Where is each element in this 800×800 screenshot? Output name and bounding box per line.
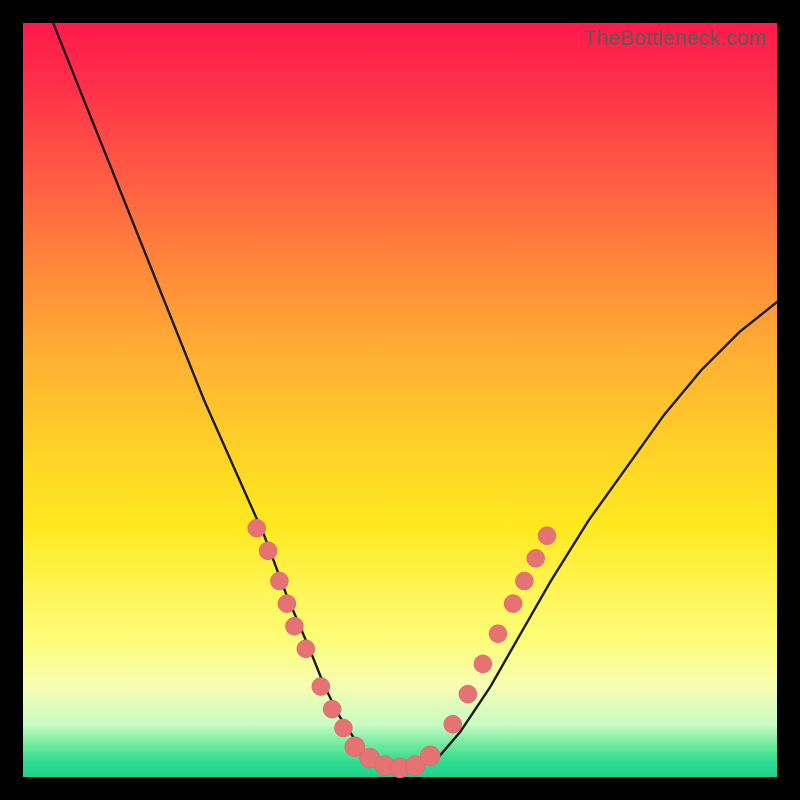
curve-marker xyxy=(515,572,533,590)
curve-marker xyxy=(259,542,277,560)
curve-marker xyxy=(474,655,492,673)
curve-marker xyxy=(527,549,545,567)
curve-marker xyxy=(489,625,507,643)
curve-marker xyxy=(504,595,522,613)
curve-marker xyxy=(278,595,296,613)
curve-marker xyxy=(538,527,556,545)
chart-frame: TheBottleneck.com xyxy=(0,0,800,800)
chart-svg xyxy=(23,23,777,777)
plot-area: TheBottleneck.com xyxy=(23,23,777,777)
curve-marker xyxy=(323,700,341,718)
bottleneck-curve xyxy=(53,23,777,770)
curve-marker xyxy=(444,715,462,733)
curve-marker xyxy=(297,640,315,658)
curve-marker xyxy=(248,519,266,537)
curve-marker xyxy=(312,678,330,696)
curve-marker xyxy=(420,746,440,766)
curve-marker xyxy=(459,685,477,703)
curve-marker xyxy=(270,572,288,590)
curve-marker xyxy=(285,617,303,635)
curve-marker xyxy=(334,719,352,737)
curve-markers xyxy=(248,519,556,778)
